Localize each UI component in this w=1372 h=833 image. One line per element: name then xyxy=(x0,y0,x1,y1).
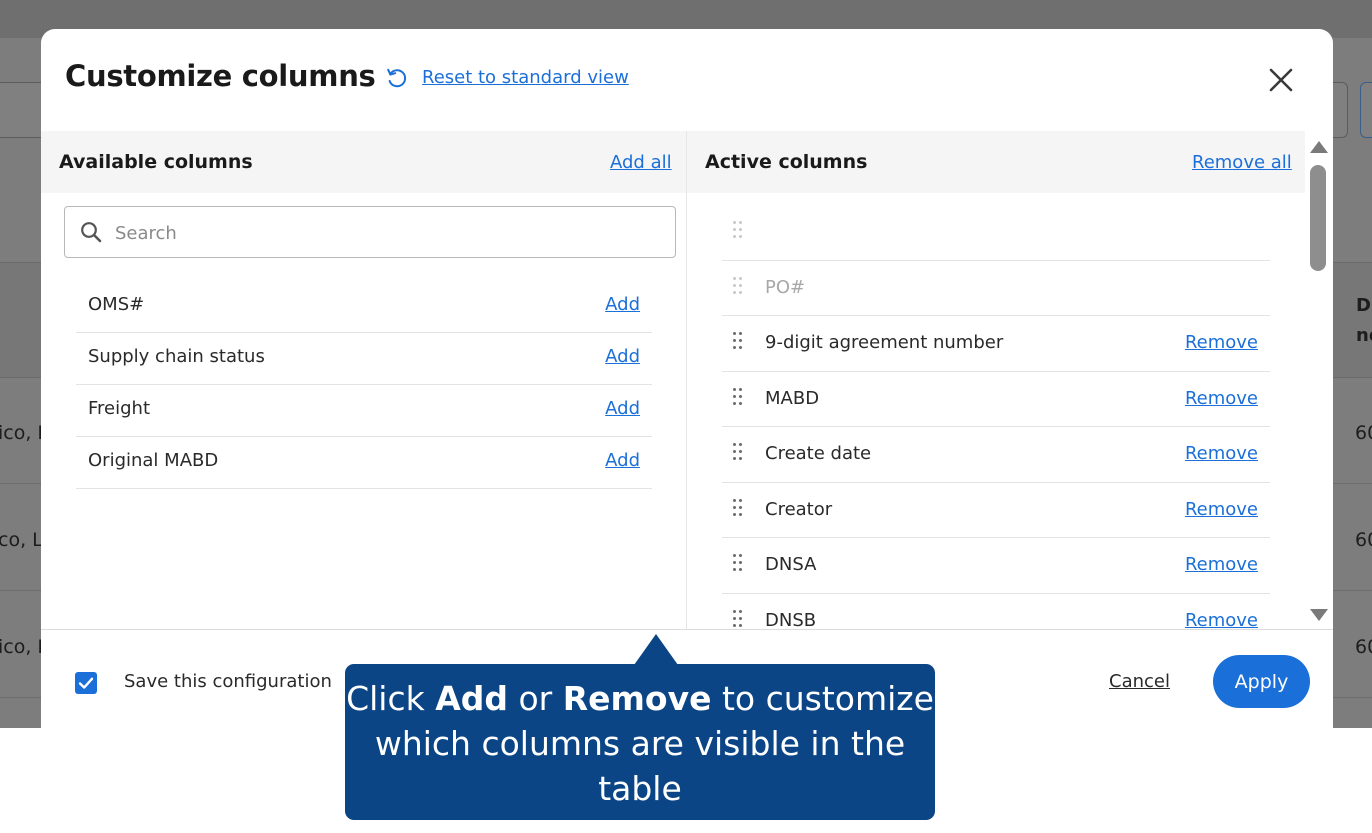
column-label: DNSA xyxy=(765,554,817,575)
remove-column-link[interactable]: Remove xyxy=(1185,554,1258,575)
drag-handle-icon[interactable] xyxy=(733,554,743,576)
available-columns-pane: Available columns Add all OMS# Add xyxy=(41,131,687,629)
active-columns-header: Active columns Remove all xyxy=(687,131,1305,193)
background-button xyxy=(1360,82,1372,138)
scroll-up-icon[interactable] xyxy=(1310,141,1328,153)
remove-column-link[interactable]: Remove xyxy=(1185,443,1258,464)
list-item[interactable]: Creator Remove xyxy=(722,483,1270,538)
dialog-title: Customize columns xyxy=(65,59,376,93)
scrollbar[interactable] xyxy=(1305,131,1333,629)
scroll-down-icon[interactable] xyxy=(1310,609,1328,621)
search-field[interactable] xyxy=(64,206,676,258)
column-label: PO# xyxy=(765,276,806,298)
list-item: Freight Add xyxy=(76,385,652,437)
callout-bold-add: Add xyxy=(435,679,508,718)
save-configuration-label: Save this configuration xyxy=(124,671,332,692)
active-columns-list: PO# 9-digit agreement number Remove MABD… xyxy=(722,205,1270,629)
available-columns-header: Available columns Add all xyxy=(41,131,686,193)
drag-handle-icon[interactable] xyxy=(733,609,743,630)
cancel-button[interactable]: Cancel xyxy=(1109,671,1170,692)
background-cell: 60 xyxy=(1355,636,1372,658)
list-item: Original MABD Add xyxy=(76,437,652,489)
close-icon[interactable] xyxy=(1267,66,1295,94)
active-columns-title: Active columns xyxy=(705,151,868,173)
list-item[interactable]: DNSB Remove xyxy=(722,594,1270,630)
column-label: DNSB xyxy=(765,609,817,630)
remove-column-link[interactable]: Remove xyxy=(1185,332,1258,353)
drag-handle-icon[interactable] xyxy=(733,498,743,521)
column-label: 9-digit agreement number xyxy=(765,332,1004,353)
drag-handle-icon[interactable] xyxy=(733,443,743,465)
add-column-link[interactable]: Add xyxy=(605,294,640,315)
background-cell: 60 xyxy=(1355,529,1372,551)
column-label: Supply chain status xyxy=(88,346,265,367)
available-columns-list: OMS# Add Supply chain status Add Freight… xyxy=(76,281,652,489)
callout-bold-remove: Remove xyxy=(562,679,712,718)
list-item: OMS# Add xyxy=(76,281,652,333)
drag-handle-icon xyxy=(733,276,743,299)
callout-arrow xyxy=(634,634,678,665)
add-all-link[interactable]: Add all xyxy=(610,152,672,173)
callout-text: Click xyxy=(346,679,436,718)
list-item xyxy=(722,205,1270,261)
add-column-link[interactable]: Add xyxy=(605,398,640,419)
background-cell: 60 xyxy=(1355,422,1372,444)
drag-handle-icon xyxy=(733,221,743,243)
search-icon xyxy=(81,222,102,243)
column-label: MABD xyxy=(765,387,820,409)
reset-icon[interactable] xyxy=(385,66,409,90)
apply-button[interactable]: Apply xyxy=(1213,655,1310,708)
add-column-link[interactable]: Add xyxy=(605,450,640,471)
list-item[interactable]: DNSA Remove xyxy=(722,538,1270,594)
background-header-text: no xyxy=(1356,325,1372,346)
add-column-link[interactable]: Add xyxy=(605,346,640,367)
background-header-text: D xyxy=(1356,295,1371,316)
screen: D no ico, L 60 co, Lt 60 ico, L 60 Custo… xyxy=(0,0,1372,833)
customize-columns-dialog: Customize columns Reset to standard view… xyxy=(41,29,1333,728)
remove-column-link[interactable]: Remove xyxy=(1185,610,1258,630)
remove-column-link[interactable]: Remove xyxy=(1185,499,1258,520)
drag-handle-icon[interactable] xyxy=(733,332,743,354)
scroll-thumb[interactable] xyxy=(1310,165,1326,271)
columns-panes: Available columns Add all OMS# Add xyxy=(41,131,1305,629)
list-item: PO# xyxy=(722,261,1270,316)
remove-all-link[interactable]: Remove all xyxy=(1192,152,1292,173)
search-input[interactable] xyxy=(115,219,655,247)
list-item: Supply chain status Add xyxy=(76,333,652,385)
available-columns-title: Available columns xyxy=(59,151,253,173)
callout-text: or xyxy=(507,679,563,718)
drag-handle-icon[interactable] xyxy=(733,387,743,410)
active-columns-pane: Active columns Remove all PO# 9-digit ag xyxy=(687,131,1305,629)
instruction-callout: Click Add or Remove to customize which c… xyxy=(345,664,935,820)
column-label: Original MABD xyxy=(88,450,219,471)
column-label: Creator xyxy=(765,498,833,520)
column-label: Create date xyxy=(765,443,872,464)
reset-to-standard-view-link[interactable]: Reset to standard view xyxy=(422,67,629,88)
list-item[interactable]: Create date Remove xyxy=(722,427,1270,483)
remove-column-link[interactable]: Remove xyxy=(1185,388,1258,409)
save-configuration-checkbox[interactable] xyxy=(75,672,97,694)
list-item[interactable]: MABD Remove xyxy=(722,372,1270,427)
column-label: Freight xyxy=(88,398,151,419)
list-item[interactable]: 9-digit agreement number Remove xyxy=(722,316,1270,372)
column-label: OMS# xyxy=(88,294,145,315)
